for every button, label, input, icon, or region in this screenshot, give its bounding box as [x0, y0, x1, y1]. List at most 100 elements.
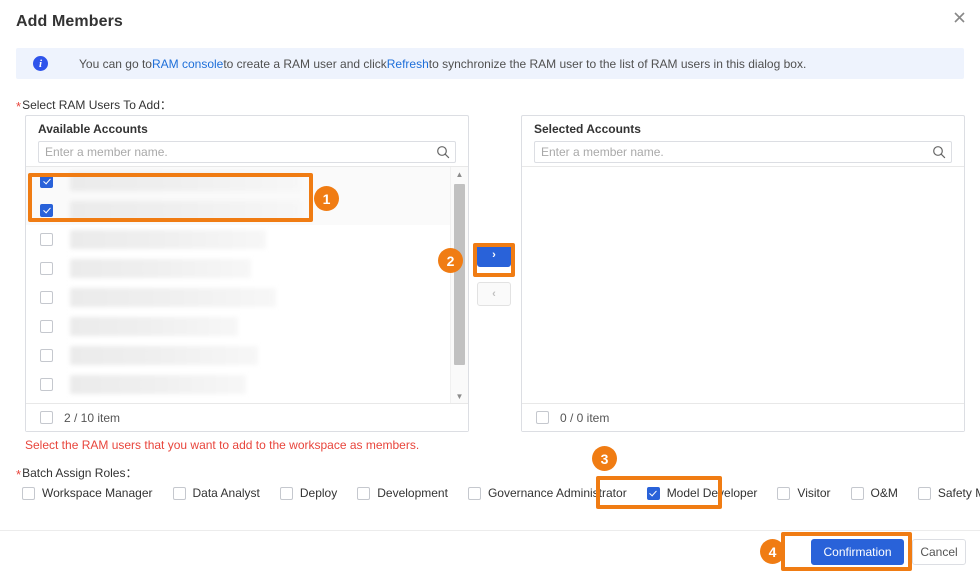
ram-console-link[interactable]: RAM console: [152, 57, 223, 71]
available-account-name: [70, 259, 251, 278]
info-circle-icon: i: [33, 56, 48, 71]
available-accounts-panel: Available Accounts ▲ ▼ 2 / 10: [25, 115, 469, 432]
selected-search-box[interactable]: [534, 141, 952, 163]
footer-divider: [0, 530, 980, 531]
role-deploy[interactable]: Deploy: [279, 486, 338, 500]
role-checkbox[interactable]: [850, 486, 864, 500]
selected-panel-header: Selected Accounts: [522, 116, 964, 167]
available-account-name: [70, 346, 258, 365]
selected-accounts-title: Selected Accounts: [534, 122, 641, 136]
required-mark: *: [16, 99, 22, 114]
role-checkbox[interactable]: [777, 486, 791, 500]
available-search-box[interactable]: [38, 141, 456, 163]
scrollbar-thumb[interactable]: [454, 184, 465, 365]
role-label: Model Developer: [666, 486, 758, 500]
select-ram-users-label-text: Select RAM Users To Add：: [22, 98, 172, 112]
role-label: Visitor: [797, 486, 831, 500]
role-governance-administrator[interactable]: Governance Administrator: [467, 486, 627, 500]
selected-accounts-list[interactable]: [522, 167, 964, 403]
annotation-badge-4: 4: [760, 539, 785, 564]
available-account-checkbox[interactable]: [40, 291, 53, 304]
selected-accounts-body: [522, 167, 964, 403]
available-account-row[interactable]: [26, 283, 468, 312]
role-checkbox[interactable]: [917, 486, 931, 500]
role-safety-manager[interactable]: Safety Manager: [917, 486, 980, 500]
available-accounts-title: Available Accounts: [38, 122, 148, 136]
selected-select-all-checkbox[interactable]: [536, 411, 549, 424]
batch-assign-roles-group: Workspace Manager Data Analyst Deploy Devel…: [22, 485, 980, 501]
select-ram-users-label: *Select RAM Users To Add：: [16, 96, 172, 114]
close-icon[interactable]: [947, 5, 971, 29]
role-workspace-manager[interactable]: Workspace Manager: [22, 486, 153, 500]
info-banner: i You can go toRAM consoleto create a RA…: [16, 48, 964, 79]
role-data-analyst[interactable]: Data Analyst: [172, 486, 260, 500]
confirmation-button[interactable]: Confirmation: [811, 539, 904, 565]
role-label: O&M: [870, 486, 898, 500]
info-banner-text: You can go toRAM consoleto create a RAM …: [79, 57, 806, 71]
role-label: Governance Administrator: [487, 486, 627, 500]
role-checkbox[interactable]: [467, 486, 481, 500]
role-label: Safety Manager: [937, 486, 980, 500]
available-account-name: [70, 288, 276, 307]
cancel-button[interactable]: Cancel: [912, 539, 966, 565]
move-right-button[interactable]: ›: [477, 243, 511, 267]
available-list-scrollbar[interactable]: ▲ ▼: [450, 167, 468, 403]
available-panel-footer: 2 / 10 item: [26, 403, 468, 431]
available-account-checkbox[interactable]: [40, 378, 53, 391]
available-account-name: [70, 172, 301, 191]
info-text-part2: to create a RAM user and click: [223, 56, 387, 71]
role-label: Workspace Manager: [42, 486, 153, 500]
selected-accounts-panel: Selected Accounts 0 / 0 item: [521, 115, 965, 432]
available-account-checkbox[interactable]: [40, 349, 53, 362]
role-label: Deploy: [299, 486, 338, 500]
available-panel-header: Available Accounts: [26, 116, 468, 167]
role-checkbox[interactable]: [22, 486, 35, 500]
role-model-developer[interactable]: Model Developer: [646, 486, 758, 500]
refresh-link[interactable]: Refresh: [387, 57, 429, 71]
available-select-all-checkbox[interactable]: [40, 411, 53, 424]
required-mark: *: [16, 467, 22, 482]
batch-assign-roles-label: *Batch Assign Roles：: [16, 464, 137, 482]
role-checkbox[interactable]: [172, 486, 186, 500]
available-account-row[interactable]: [26, 254, 468, 283]
available-account-name: [70, 375, 246, 394]
available-account-row[interactable]: [26, 312, 468, 341]
page-title: Add Members: [16, 13, 123, 30]
available-accounts-list[interactable]: [26, 167, 468, 403]
validation-error-message: Select the RAM users that you want to ad…: [25, 438, 420, 452]
role-o-m[interactable]: O&M: [850, 486, 898, 500]
role-visitor[interactable]: Visitor: [777, 486, 831, 500]
available-account-row[interactable]: [26, 341, 468, 370]
role-label: Data Analyst: [192, 486, 260, 500]
role-label: Development: [377, 486, 448, 500]
role-checkbox[interactable]: [646, 486, 660, 500]
available-account-name: [70, 317, 238, 336]
annotation-badge-3: 3: [592, 446, 617, 471]
role-checkbox[interactable]: [357, 486, 371, 500]
search-icon: [932, 145, 946, 159]
available-account-checkbox[interactable]: [40, 233, 53, 246]
available-account-row[interactable]: [26, 167, 468, 196]
available-account-checkbox[interactable]: [40, 204, 53, 217]
search-icon: [436, 145, 450, 159]
available-accounts-body: ▲ ▼: [26, 167, 468, 403]
available-account-checkbox[interactable]: [40, 175, 53, 188]
selected-search-input[interactable]: [535, 142, 927, 162]
selected-panel-footer: 0 / 0 item: [522, 403, 964, 431]
info-text-part1: You can go to: [79, 56, 152, 71]
caret-down-icon[interactable]: ▼: [451, 389, 468, 403]
available-account-row[interactable]: [26, 370, 468, 399]
available-account-checkbox[interactable]: [40, 320, 53, 333]
role-development[interactable]: Development: [357, 486, 448, 500]
dialog-header: Add Members: [0, 0, 980, 46]
available-account-checkbox[interactable]: [40, 262, 53, 275]
transfer-buttons: › ‹: [477, 243, 511, 306]
move-left-button[interactable]: ‹: [477, 282, 511, 306]
available-account-row[interactable]: [26, 196, 468, 225]
caret-up-icon[interactable]: ▲: [451, 167, 468, 181]
role-checkbox[interactable]: [279, 486, 293, 500]
available-account-name: [70, 201, 301, 220]
available-search-input[interactable]: [39, 142, 431, 162]
available-account-row[interactable]: [26, 225, 468, 254]
selected-item-count: 0 / 0 item: [560, 410, 610, 425]
